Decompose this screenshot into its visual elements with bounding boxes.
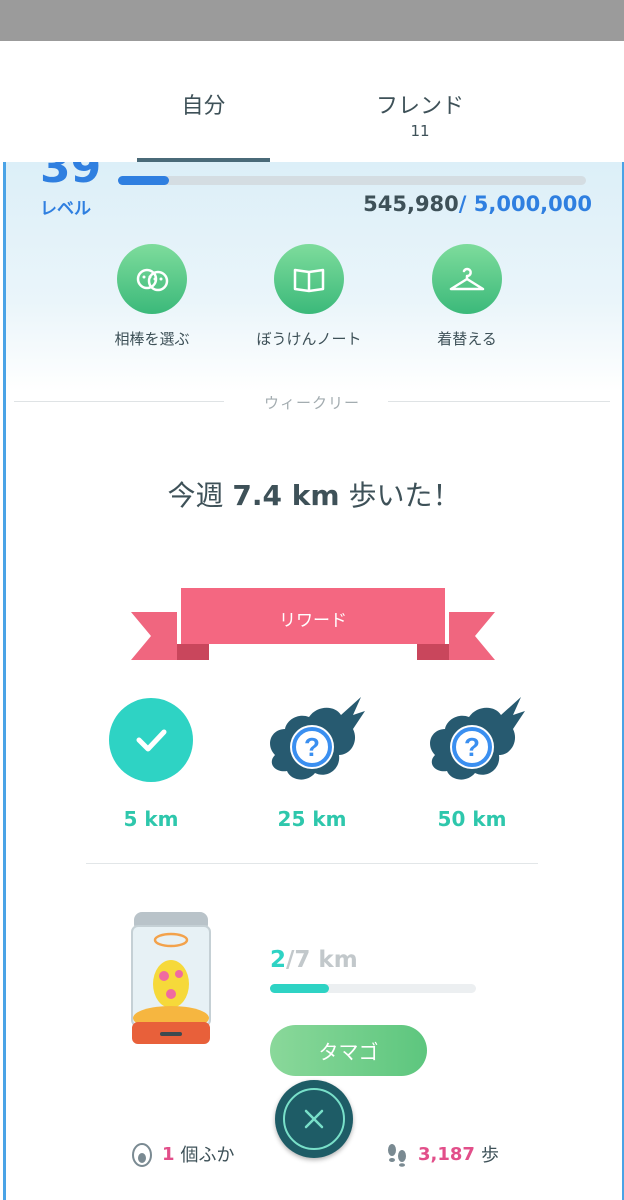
- choose-buddy-label: 相棒を選ぶ: [114, 330, 190, 348]
- svg-text:?: ?: [304, 732, 320, 762]
- egg-progress-total: /7 km: [286, 947, 358, 973]
- xp-total: / 5,000,000: [458, 192, 592, 216]
- walked-prefix: 今週: [167, 479, 224, 512]
- steps-stat: 3,187 歩: [384, 1139, 499, 1169]
- journal-label: ぼうけんノート: [256, 330, 362, 348]
- milestone-25km-label: 25 km: [277, 807, 347, 831]
- eggs-button[interactable]: タマゴ: [270, 1025, 427, 1076]
- egg-progress-current: 2: [270, 947, 287, 973]
- egg-incubator-icon[interactable]: [126, 910, 216, 1055]
- walked-distance: 7.4 km: [232, 479, 340, 512]
- friends-count: 11: [410, 122, 430, 140]
- walked-suffix: 歩いた！: [348, 479, 461, 512]
- journal-icon: [274, 244, 344, 314]
- xp-current: 545,980: [363, 192, 459, 216]
- choose-buddy-button[interactable]: 相棒を選ぶ: [77, 244, 227, 349]
- level-number: 39: [40, 162, 102, 193]
- close-icon: [283, 1088, 345, 1150]
- steps-count: 3,187: [418, 1143, 475, 1165]
- footprints-icon: [388, 1144, 406, 1167]
- eggs-hatched-stat: 1 個ふか: [130, 1139, 235, 1169]
- buddy-icon: [117, 244, 187, 314]
- mystery-reward-icon: ?: [242, 682, 382, 797]
- journal-button[interactable]: ぼうけんノート: [234, 244, 384, 349]
- status-bar: [0, 0, 624, 41]
- tab-me-label: 自分: [181, 94, 226, 119]
- tab-friends[interactable]: フレンド 11: [350, 41, 490, 162]
- change-outfit-label: 着替える: [437, 330, 497, 348]
- xp-progress-fill: [118, 176, 169, 185]
- eggs-hatched-label: 個ふか: [180, 1145, 235, 1166]
- level-label: レベル: [40, 199, 91, 219]
- eggs-hatched-count: 1: [162, 1143, 175, 1165]
- milestone-50km-label: 50 km: [437, 807, 507, 831]
- steps-label: 歩: [480, 1145, 499, 1166]
- xp-readout: 545,980/ 5,000,000: [363, 192, 592, 216]
- milestone-50km[interactable]: ? 50 km: [402, 682, 542, 831]
- close-button[interactable]: [275, 1080, 353, 1158]
- weekly-label: ウィークリー: [251, 394, 372, 412]
- xp-progress-bar: [118, 176, 586, 185]
- milestone-5km-label: 5 km: [123, 807, 179, 831]
- egg-icon: [132, 1143, 152, 1167]
- hanger-icon: [432, 244, 502, 314]
- milestone-5km[interactable]: 5 km: [81, 682, 221, 831]
- profile-tabs: 自分 フレンド 11: [0, 41, 624, 162]
- change-outfit-button[interactable]: 着替える: [392, 244, 542, 349]
- egg-progress-fill: [270, 984, 329, 993]
- mystery-reward-icon: ?: [402, 682, 542, 797]
- check-icon: [109, 697, 193, 782]
- profile-panel[interactable]: 39 レベル 545,980/ 5,000,000 相棒を選ぶ ぼうけんノート: [3, 162, 624, 1200]
- reward-ribbon: リワード: [131, 588, 495, 664]
- svg-text:?: ?: [464, 732, 480, 762]
- tab-friends-label: フレンド: [375, 94, 464, 119]
- weekly-distance-headline: 今週 7.4 km 歩いた！: [6, 474, 622, 514]
- weekly-divider: ウィークリー: [14, 392, 610, 412]
- reward-label: リワード: [279, 611, 347, 631]
- section-divider: [86, 863, 538, 864]
- milestone-25km[interactable]: ? 25 km: [242, 682, 382, 831]
- tab-me[interactable]: 自分: [137, 41, 270, 162]
- egg-progress-bar: [270, 984, 476, 993]
- egg-progress-readout: 2/7 km: [270, 947, 358, 973]
